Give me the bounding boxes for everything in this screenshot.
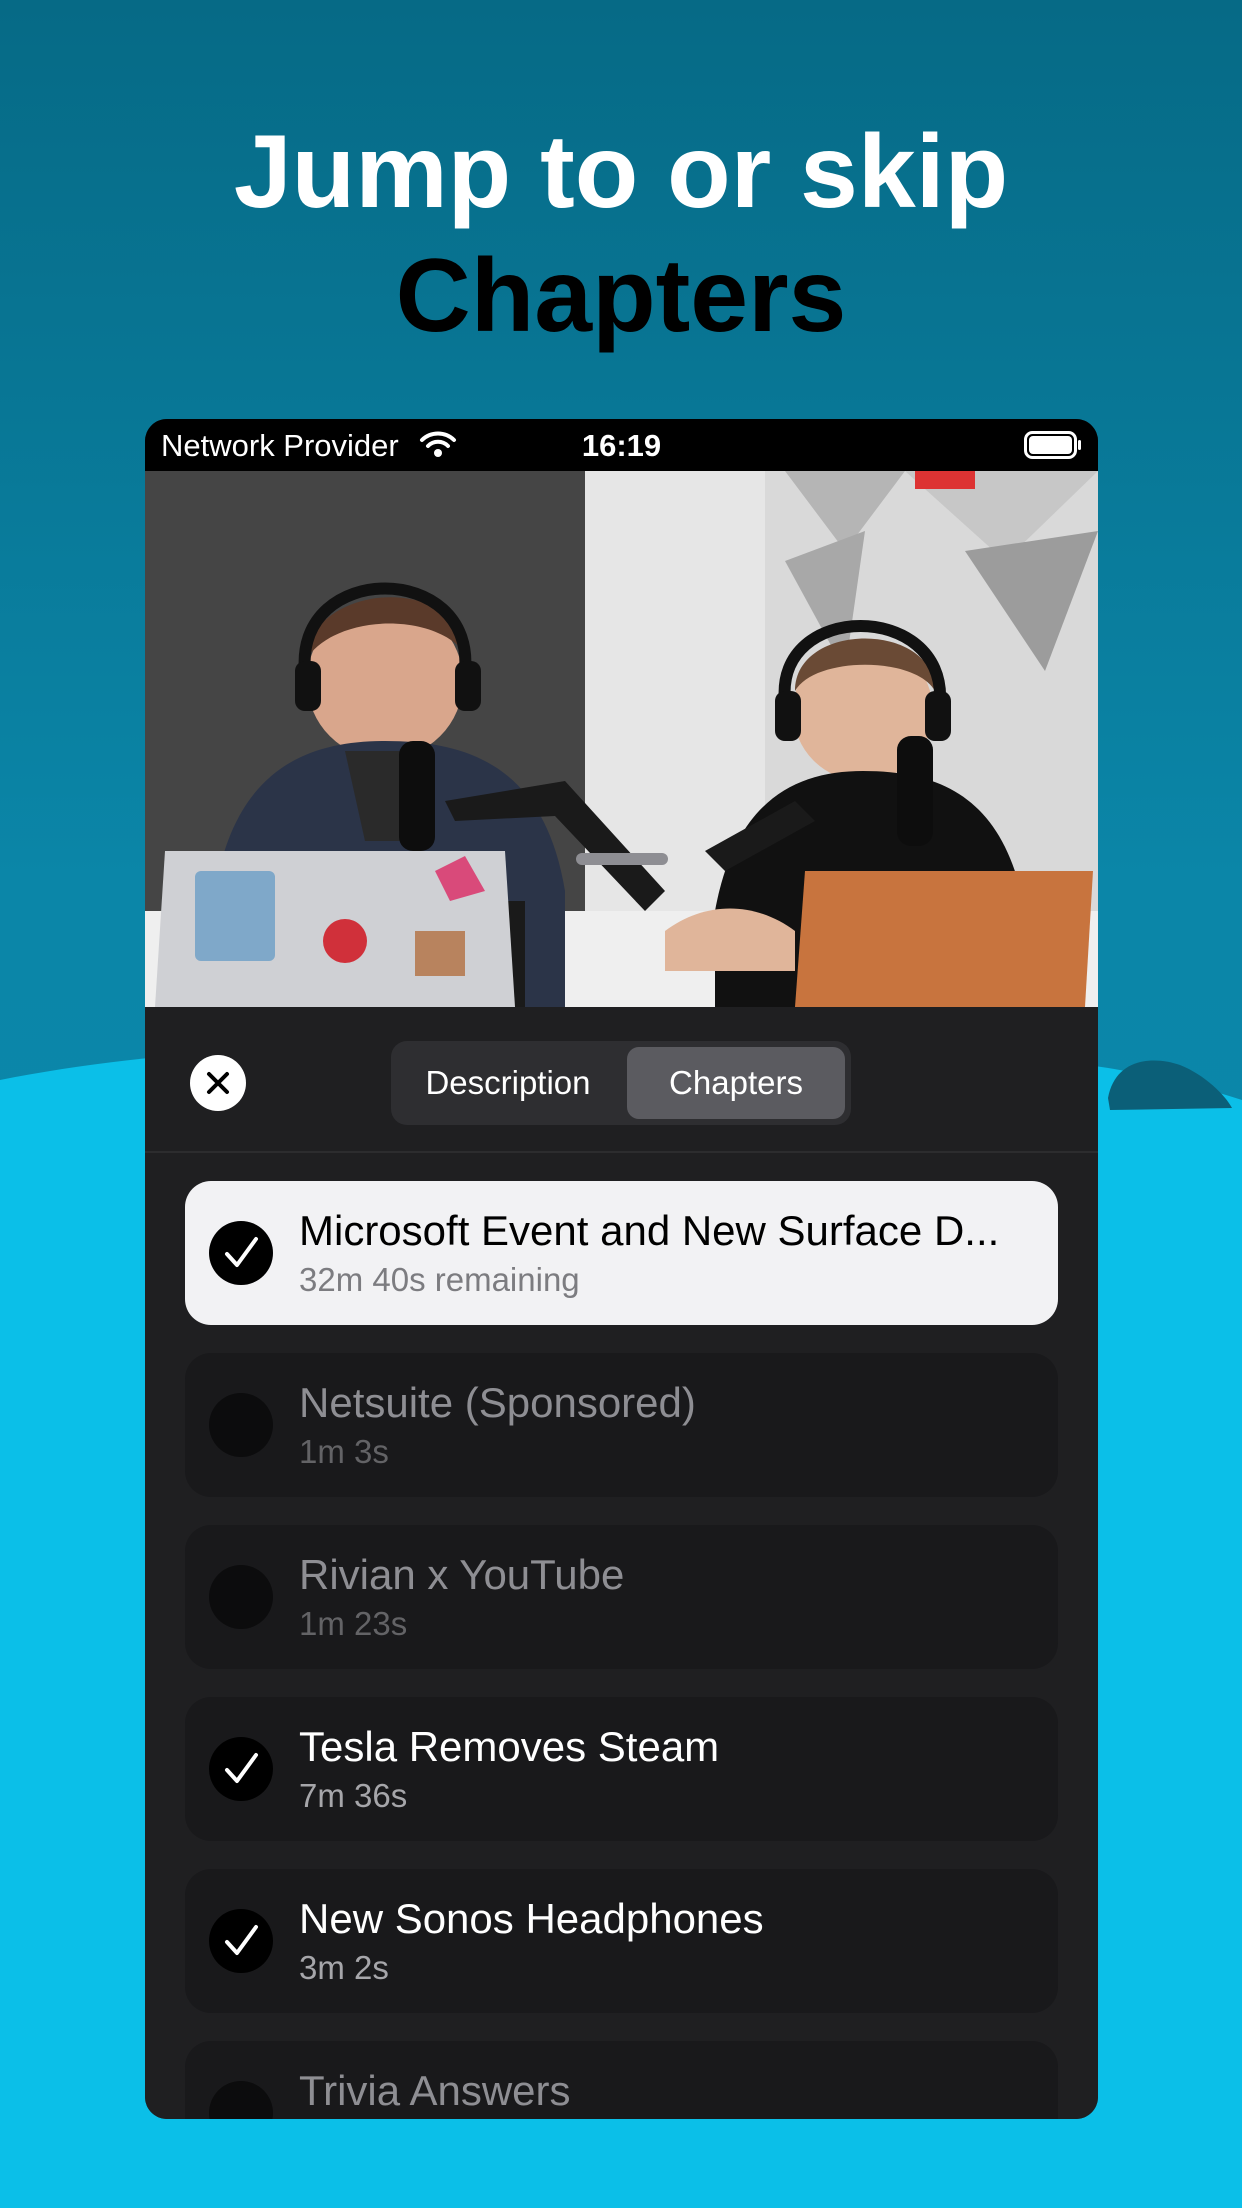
checkmark-icon [225,1753,258,1783]
status-bar: Network Provider 16:19 [145,419,1098,471]
checkmark-icon [225,1925,258,1955]
chapter-checkbox[interactable] [209,1909,273,1973]
chapter-title: New Sonos Headphones [299,1895,764,1942]
chapter-checkbox[interactable] [209,1393,273,1457]
chapter-title: Netsuite (Sponsored) [299,1379,696,1426]
chapter-row[interactable]: Netsuite (Sponsored) 1m 3s [185,1353,1058,1497]
segmented-control: Description Chapters [391,1041,851,1125]
checkmark-icon [225,1237,258,1267]
headline: Jump to or skip Chapters [0,110,1242,358]
headline-line-1: Jump to or skip [233,114,1009,230]
chapter-title: Microsoft Event and New Surface D... [299,1207,1000,1254]
chapter-row[interactable]: New Sonos Headphones 3m 2s [185,1869,1058,2013]
battery-icon [1024,431,1081,459]
chapter-duration: 1m 23s [299,1605,408,1642]
chapter-row[interactable]: Rivian x YouTube 1m 23s [185,1525,1058,1669]
chapter-row[interactable]: Trivia Answers [185,2041,1058,2119]
close-icon [207,1072,229,1094]
phone-screen: Network Provider 16:19 Description Chapt… [145,419,1098,2119]
headline-line-2: Chapters [395,238,847,354]
chapter-checkbox[interactable] [209,1221,273,1285]
chapter-duration: 32m 40s remaining [299,1261,580,1298]
sheet-grabber[interactable] [576,853,668,865]
chapter-title: Trivia Answers [299,2067,571,2114]
chapter-row[interactable]: Tesla Removes Steam 7m 36s [185,1697,1058,1841]
tab-chapters[interactable]: Chapters [627,1047,845,1119]
chapter-duration: 7m 36s [299,1777,408,1814]
tab-description[interactable]: Description [397,1047,619,1119]
video-thumbnail[interactable] [145,471,1098,1007]
chapter-checkbox[interactable] [209,1737,273,1801]
chapter-checkbox[interactable] [209,1565,273,1629]
chapter-duration: 3m 2s [299,1949,389,1986]
chapter-duration: 1m 3s [299,1433,389,1470]
clock: 16:19 [581,428,662,463]
divider [145,1151,1098,1153]
chapter-row-current[interactable]: Microsoft Event and New Surface D... 32m… [185,1181,1058,1325]
close-button[interactable] [190,1055,246,1111]
chapter-title: Tesla Removes Steam [299,1723,720,1770]
chapter-checkbox[interactable] [209,2081,273,2119]
chapter-title: Rivian x YouTube [299,1551,625,1598]
